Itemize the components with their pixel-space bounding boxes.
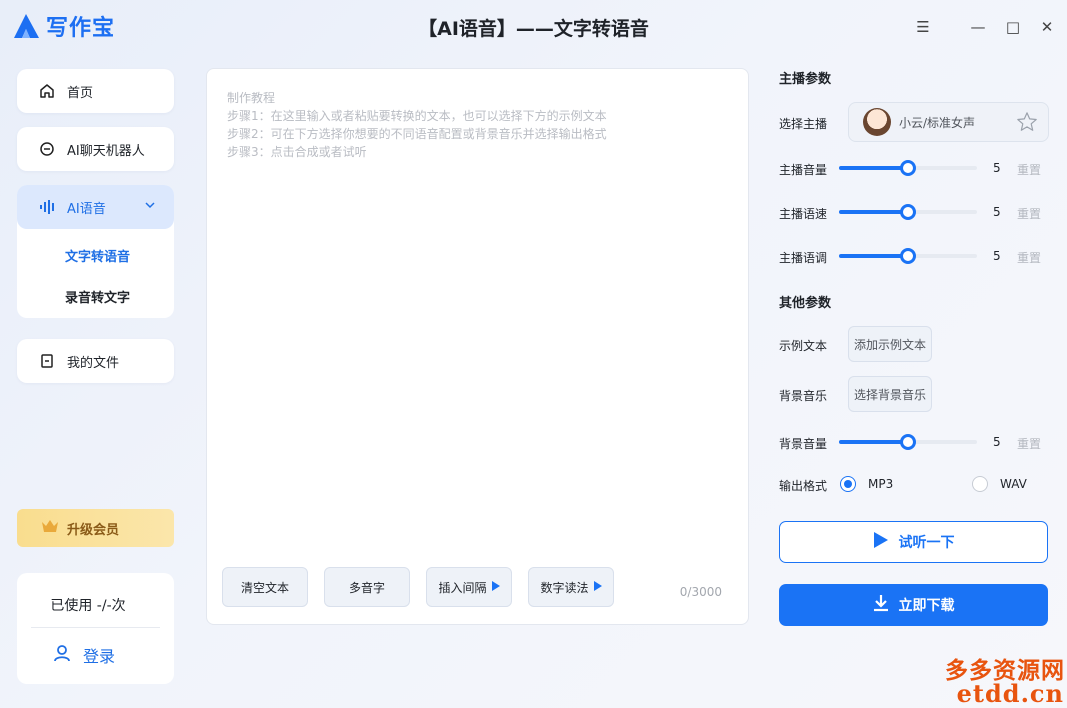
menu-icon[interactable]: ☰ [912, 16, 934, 38]
hint-step-3: 步骤3：点击合成或者试听 [227, 145, 367, 159]
sample-text-label: 示例文本 [779, 339, 828, 353]
editor-placeholder: 制作教程 步骤1：在这里输入或者粘贴要转换的文本，也可以选择下方的示例文本 步骤… [227, 89, 607, 161]
bgm-volume-value: 5 [993, 435, 1001, 449]
slider-handle[interactable] [900, 248, 916, 264]
speed-label: 主播语速 [779, 207, 828, 221]
other-params-title: 其他参数 [779, 296, 832, 311]
chevron-down-icon [144, 199, 156, 215]
divider [31, 627, 160, 628]
sidebar-item-ai-voice[interactable]: AI语音 [17, 185, 174, 229]
format-option-wav[interactable]: WAV [972, 476, 1027, 492]
login-label: 登录 [83, 647, 116, 666]
radio-button[interactable] [972, 476, 988, 492]
output-format-label: 输出格式 [779, 479, 828, 493]
polyphone-button[interactable]: 多音字 [324, 567, 410, 607]
radio-button[interactable] [840, 476, 856, 492]
play-icon [873, 531, 889, 553]
polyphone-label: 多音字 [348, 580, 385, 595]
bgm-volume-reset-button[interactable]: 重置 [1017, 435, 1041, 452]
sidebar-item-label: 我的文件 [67, 355, 120, 371]
format-label: MP3 [868, 477, 894, 491]
upgrade-label: 升级会员 [67, 522, 120, 538]
speed-value: 5 [993, 205, 1001, 219]
clear-text-label: 清空文本 [240, 580, 289, 595]
page-title: 【AI语音】——文字转语音 [418, 18, 649, 40]
insert-pause-button[interactable]: 插入间隔 [426, 567, 512, 607]
insert-pause-label: 插入间隔 [438, 580, 487, 595]
maximize-icon[interactable]: □ [1002, 16, 1024, 38]
play-triangle-icon [593, 580, 602, 594]
sidebar-subitem-speech-to-text[interactable]: 录音转文字 [65, 287, 130, 306]
pitch-reset-button[interactable]: 重置 [1017, 249, 1041, 266]
number-reading-button[interactable]: 数字读法 [528, 567, 614, 607]
volume-reset-button[interactable]: 重置 [1017, 161, 1041, 178]
volume-value: 5 [993, 161, 1001, 175]
add-sample-text-button[interactable]: 添加示例文本 [848, 326, 932, 362]
volume-slider[interactable] [839, 159, 977, 177]
text-editor[interactable]: 制作教程 步骤1：在这里输入或者粘贴要转换的文本，也可以选择下方的示例文本 步骤… [206, 68, 749, 625]
sidebar-item-chatbot[interactable]: AI聊天机器人 [17, 127, 174, 171]
select-bgm-button[interactable]: 选择背景音乐 [848, 376, 932, 412]
slider-handle[interactable] [900, 434, 916, 450]
chat-icon [39, 141, 59, 157]
sidebar-item-label: AI语音 [67, 201, 106, 217]
speed-reset-button[interactable]: 重置 [1017, 205, 1041, 222]
speed-slider[interactable] [839, 203, 977, 221]
pitch-label: 主播语调 [779, 251, 828, 265]
bgm-label: 背景音乐 [779, 389, 828, 403]
user-card: 已使用 -/-次 登录 [17, 573, 174, 684]
voice-wave-icon [39, 200, 59, 214]
close-icon[interactable]: ✕ [1036, 16, 1058, 38]
char-counter: 0/3000 [679, 585, 722, 599]
play-triangle-icon [491, 580, 500, 594]
user-icon [53, 644, 71, 666]
sidebar-group-ai-voice: AI语音 文字转语音 录音转文字 [17, 185, 174, 318]
preview-listen-button[interactable]: 试听一下 [779, 521, 1048, 563]
anchor-name: 小云/标准女声 [899, 115, 976, 130]
anchor-params-title: 主播参数 [779, 72, 832, 87]
slider-fill [839, 254, 908, 258]
slider-fill [839, 166, 908, 170]
sidebar-item-my-files[interactable]: 我的文件 [17, 339, 174, 383]
login-button[interactable]: 登录 [53, 643, 115, 667]
format-label: WAV [1000, 477, 1027, 491]
pitch-value: 5 [993, 249, 1001, 263]
slider-handle[interactable] [900, 204, 916, 220]
avatar [863, 108, 891, 136]
clear-text-button[interactable]: 清空文本 [222, 567, 308, 607]
download-button[interactable]: 立即下载 [779, 584, 1048, 626]
select-anchor-label: 选择主播 [779, 117, 828, 131]
watermark-en: etdd.cn [956, 679, 1064, 708]
upgrade-button[interactable]: 升级会员 [17, 509, 174, 547]
minimize-icon[interactable]: — [967, 16, 989, 38]
bgm-volume-slider[interactable] [839, 433, 977, 451]
number-reading-label: 数字读法 [540, 580, 589, 595]
hint-step-1: 步骤1：在这里输入或者粘贴要转换的文本，也可以选择下方的示例文本 [227, 109, 607, 123]
bgm-volume-label: 背景音量 [779, 437, 828, 451]
hint-step-2: 步骤2：可在下方选择你想要的不同语音配置或背景音乐并选择输出格式 [227, 127, 607, 141]
home-icon [39, 83, 59, 99]
star-icon[interactable] [1016, 111, 1038, 137]
sidebar-subitem-text-to-speech[interactable]: 文字转语音 [65, 246, 130, 265]
listen-label: 试听一下 [898, 535, 955, 551]
crown-icon [41, 519, 59, 537]
format-option-mp3[interactable]: MP3 [840, 476, 893, 492]
download-icon [873, 594, 889, 616]
hint-title: 制作教程 [227, 91, 276, 105]
anchor-selector[interactable]: 小云/标准女声 [848, 102, 1049, 142]
slider-fill [839, 210, 908, 214]
sidebar-item-home[interactable]: 首页 [17, 69, 174, 113]
usage-count: 已使用 -/-次 [50, 598, 126, 614]
sidebar-item-label: 首页 [67, 85, 94, 101]
pitch-slider[interactable] [839, 247, 977, 265]
slider-handle[interactable] [900, 160, 916, 176]
volume-label: 主播音量 [779, 163, 828, 177]
sidebar-item-label: AI聊天机器人 [67, 143, 145, 159]
download-label: 立即下载 [898, 598, 955, 614]
file-icon [39, 353, 59, 369]
slider-fill [839, 440, 908, 444]
